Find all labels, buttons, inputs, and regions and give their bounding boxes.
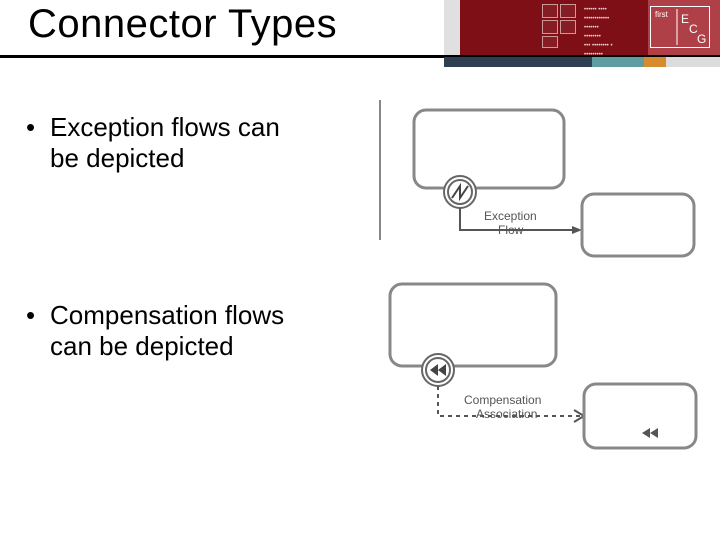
header-stripe-navy [444,57,592,67]
logo-text-first: first [655,10,669,19]
logo-text-g: G [697,32,706,46]
bullet-exception: Exception flows can be depicted [22,112,352,173]
bullet-text: be depicted [50,143,184,173]
slide-header: •••••• •••• •••••••••••• ••••••• •••••••… [0,0,720,68]
task-box [582,194,694,256]
bullet-compensation: Compensation flows can be depicted [22,300,352,361]
header-stripe-gray [666,57,720,67]
task-box [414,110,564,188]
compensation-task-box [584,384,696,448]
diagram-compensation-association: Compensation Association [360,278,700,453]
exception-event-icon [444,176,476,208]
diagram-exception-flow: Exception Flow [360,100,700,260]
header-stripe-orange [644,57,666,67]
slide-title: Connector Types [28,2,337,47]
diagram-label: Exception [484,209,537,223]
header-stripe-teal [592,57,644,67]
diagram-label: Compensation [464,393,541,407]
diagram-label: Flow [498,223,524,237]
compensation-event-icon [422,354,454,386]
header-mini-grid [538,4,578,46]
diagram-label: Association [476,407,537,421]
ecg-first-logo: first E C G [650,6,710,48]
logo-text-e: E [681,12,689,26]
bullet-text: Compensation flows [50,300,284,330]
task-box [390,284,556,366]
bullet-text: Exception flows can [50,112,280,142]
header-tiny-text: •••••• •••• •••••••••••• ••••••• •••••••… [584,6,648,60]
bullet-text: can be depicted [50,331,234,361]
